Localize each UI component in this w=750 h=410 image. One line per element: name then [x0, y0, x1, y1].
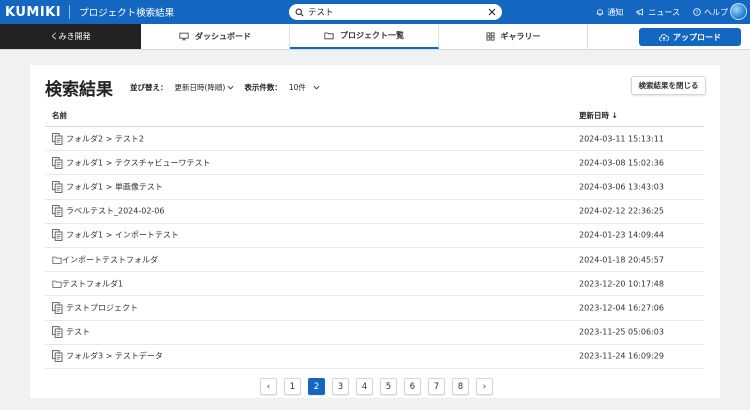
folder-icon [52, 255, 62, 264]
row-name: インポートテストフォルダ [62, 255, 158, 265]
tab-dashboard-label: ダッシュボード [195, 32, 251, 41]
column-header-name[interactable]: 名前 [52, 110, 67, 121]
table-row[interactable]: テストフォルダ1 2023-12-20 10:17:48 [45, 272, 704, 297]
close-search-results-button[interactable]: 検索結果を閉じる [631, 76, 706, 95]
row-date: 2024-03-06 13:43:03 [579, 182, 664, 192]
row-date: 2023-12-04 16:27:06 [579, 303, 664, 313]
tab-dashboard[interactable]: ダッシュボード [141, 24, 290, 49]
page-button-8[interactable]: 8 [452, 378, 469, 395]
tab-project-list-label: プロジェクト一覧 [340, 31, 404, 40]
notification-label: 通知 [607, 7, 624, 17]
table-row[interactable]: インポートテストフォルダ 2024-01-18 20:45:57 [45, 248, 704, 273]
row-name: ラベルテスト_2024-02-06 [66, 206, 165, 216]
tab-project-list[interactable]: プロジェクト一覧 [290, 24, 439, 49]
help-icon: ? [693, 8, 701, 16]
row-name: フォルダ1 > テクスチャビューワテスト [66, 158, 211, 168]
page-button-1[interactable]: 1 [284, 378, 301, 395]
table-row[interactable]: ラベルテスト_2024-02-06 2024-02-12 22:36:25 [45, 200, 704, 224]
table-row[interactable]: テスト 2023-11-25 05:06:03 [45, 321, 704, 345]
row-name: フォルダ1 > インポートテスト [66, 230, 179, 240]
row-date: 2024-02-12 22:36:25 [579, 206, 664, 216]
copy-icon [52, 205, 63, 218]
row-date: 2023-11-24 16:09:29 [579, 351, 664, 361]
row-date: 2024-03-08 15:02:36 [579, 158, 664, 168]
prev-page-button[interactable]: ‹ [260, 378, 277, 395]
row-name: フォルダ3 > テストデータ [66, 351, 163, 361]
page-button-6[interactable]: 6 [404, 378, 421, 395]
row-date: 2023-11-25 05:06:03 [579, 327, 664, 337]
page-button-5[interactable]: 5 [380, 378, 397, 395]
top-bar: KUMIKI プロジェクト検索結果 通知 ニュース ? ヘルプ [0, 0, 750, 24]
row-date: 2024-03-11 15:13:11 [579, 134, 664, 144]
row-name: フォルダ2 > テスト2 [66, 134, 144, 144]
row-name: フォルダ1 > 単画像テスト [66, 182, 163, 192]
row-date: 2024-01-23 14:09:44 [579, 230, 664, 240]
help-link[interactable]: ? ヘルプ [693, 7, 728, 18]
column-header-date[interactable]: 更新日時 ↓ [579, 110, 618, 121]
sort-value: 更新日時(降順) [174, 83, 226, 92]
row-name: テストプロジェクト [66, 303, 138, 313]
news-label: ニュース [648, 7, 680, 17]
tab-gallery[interactable]: ギャラリー [439, 24, 588, 49]
count-label: 表示件数： [244, 83, 282, 92]
pagination: ‹ 1 2 3 4 5 6 7 8 › [260, 378, 493, 395]
megaphone-icon [636, 8, 645, 16]
search-results-panel: 検索結果 並び替え： 更新日時(降順) 表示件数： 10件 検索結果を閉じる 名… [30, 65, 720, 398]
bell-icon [596, 8, 604, 16]
copy-icon [52, 302, 63, 314]
tab-gallery-label: ギャラリー [500, 32, 541, 41]
copy-icon [52, 326, 63, 338]
copy-icon [52, 181, 63, 193]
table-row[interactable]: フォルダ1 > テクスチャビューワテスト 2024-03-08 15:02:36 [45, 151, 704, 176]
grid-icon [485, 32, 495, 41]
table-row[interactable]: フォルダ3 > テストデータ 2023-11-24 16:09:29 [45, 345, 704, 369]
chevron-down-icon [313, 85, 320, 90]
table-row[interactable]: テストプロジェクト 2023-12-04 16:27:06 [45, 296, 704, 321]
table-row[interactable]: フォルダ2 > テスト2 2024-03-11 15:13:11 [45, 127, 704, 152]
page-button-4[interactable]: 4 [356, 378, 373, 395]
clear-search-icon[interactable] [488, 8, 496, 16]
app-title: プロジェクト検索結果 [79, 8, 175, 19]
row-name: テストフォルダ1 [62, 279, 124, 289]
folder-icon [52, 279, 62, 288]
cloud-upload-icon [659, 33, 669, 42]
count-value: 10件 [288, 83, 306, 92]
search-input[interactable] [308, 5, 488, 19]
nav-home-workspace[interactable]: くみき開発 [0, 24, 141, 49]
upload-label: アップロード [673, 32, 721, 42]
count-dropdown[interactable]: 10件 [289, 82, 330, 93]
upload-button[interactable]: アップロード [639, 28, 741, 46]
search-icon [295, 8, 304, 17]
next-page-button[interactable]: › [476, 378, 493, 395]
help-label: ヘルプ [704, 7, 728, 17]
monitor-icon [179, 32, 189, 41]
logo-divider [69, 5, 71, 19]
list-controls: 並び替え： 更新日時(降順) 表示件数： 10件 [130, 82, 330, 93]
news-link[interactable]: ニュース [636, 7, 680, 18]
row-date: 2024-01-18 20:45:57 [579, 255, 664, 265]
sort-label: 並び替え： [130, 83, 168, 92]
page-button-7[interactable]: 7 [428, 378, 445, 395]
search-box[interactable] [289, 4, 502, 20]
copy-icon [52, 156, 63, 169]
table-row[interactable]: フォルダ1 > インポートテスト 2024-01-23 14:09:44 [45, 224, 704, 248]
chevron-down-icon [227, 85, 234, 90]
page-title: 検索結果 [45, 80, 113, 100]
notification-link[interactable]: 通知 [596, 7, 623, 18]
table-row[interactable]: フォルダ1 > 単画像テスト 2024-03-06 13:43:03 [45, 175, 704, 200]
sort-dropdown[interactable]: 更新日時(降順) [175, 82, 245, 93]
top-links: 通知 ニュース ? ヘルプ [596, 0, 728, 24]
row-date: 2023-12-20 10:17:48 [579, 279, 664, 289]
page-button-2[interactable]: 2 [308, 378, 325, 395]
copy-icon [52, 350, 63, 363]
row-name: テスト [66, 327, 90, 337]
kumiki-logo[interactable]: KUMIKI [5, 5, 61, 20]
folder-icon [324, 31, 334, 40]
main-nav: くみき開発 ダッシュボード プロジェクト一覧 ギャラリー アップロード [0, 24, 750, 50]
user-avatar[interactable] [730, 3, 747, 20]
results-list: フォルダ2 > テスト2 2024-03-11 15:13:11 フォルダ1 >… [45, 127, 704, 369]
copy-icon [52, 229, 63, 242]
page-button-3[interactable]: 3 [332, 378, 349, 395]
copy-icon [52, 132, 63, 145]
